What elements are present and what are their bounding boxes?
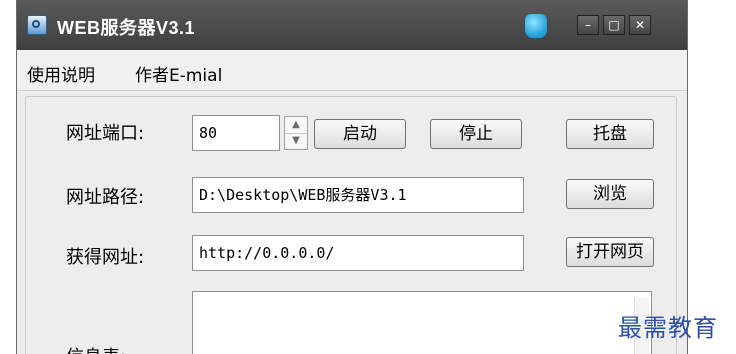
- menu-author-email[interactable]: 作者E-mial: [135, 61, 222, 86]
- path-input[interactable]: D:\Desktop\WEB服务器V3.1: [192, 177, 524, 213]
- port-input[interactable]: 80: [192, 115, 280, 151]
- port-spinner[interactable]: ▲ ▼: [284, 116, 308, 150]
- menu-bar: 使用说明 作者E-mial: [17, 50, 687, 91]
- info-textarea[interactable]: [192, 291, 652, 354]
- menu-help[interactable]: 使用说明: [27, 61, 95, 86]
- stop-button[interactable]: 停止: [430, 119, 522, 149]
- down-arrow-icon[interactable]: ▼: [285, 133, 307, 149]
- url-input[interactable]: http://0.0.0.0/: [192, 235, 524, 271]
- tray-button[interactable]: 托盘: [566, 119, 654, 149]
- open-webpage-button[interactable]: 打开网页: [566, 237, 654, 267]
- watermark-text: 最需教育: [618, 314, 718, 342]
- title-bar[interactable]: WEB服务器V3.1 – □ ✕: [17, 0, 687, 50]
- browse-button[interactable]: 浏览: [566, 179, 654, 209]
- main-panel: 网址端口: 80 ▲ ▼ 启动 停止 托盘 网址路径: D:\Desktop\W…: [25, 96, 677, 354]
- close-button[interactable]: ✕: [629, 15, 651, 35]
- server-icon: [27, 15, 47, 35]
- app-window: WEB服务器V3.1 – □ ✕ 使用说明 作者E-mial 网址端口: 80 …: [16, 0, 688, 354]
- minimize-button[interactable]: –: [577, 15, 599, 35]
- skin-icon[interactable]: [525, 14, 547, 38]
- maximize-button[interactable]: □: [603, 15, 625, 35]
- window-title: WEB服务器V3.1: [57, 18, 196, 38]
- path-label: 网址路径:: [66, 187, 145, 208]
- up-arrow-icon[interactable]: ▲: [285, 117, 307, 134]
- info-label: 信息表:: [66, 343, 126, 354]
- start-button[interactable]: 启动: [314, 119, 406, 149]
- port-label: 网址端口:: [66, 123, 145, 144]
- url-label: 获得网址:: [66, 247, 145, 268]
